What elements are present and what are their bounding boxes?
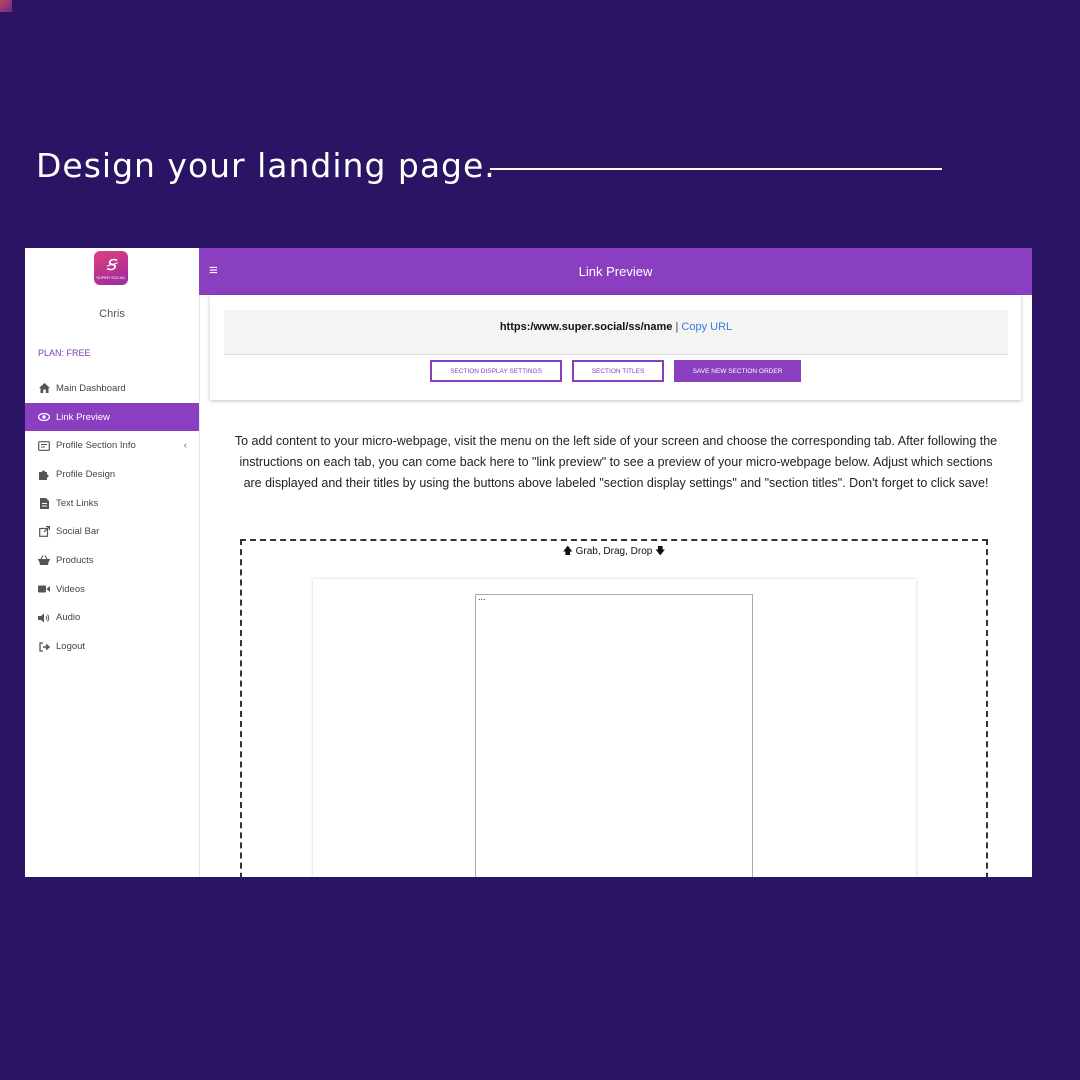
app-screenshot: ꞩ SUPER SOCIAL Chris PLAN: FREE Main Das… [25,248,1032,877]
home-icon [38,382,50,394]
sidebar-item-audio[interactable]: Audio [25,604,199,633]
drop-zone-label: 🡅 Grab, Drag, Drop 🡇 [242,544,986,561]
drop-zone-text: Grab, Drag, Drop [575,546,653,557]
volume-icon [38,612,50,624]
sidebar-item-label: Products [56,554,94,566]
sidebar-item-label: Profile Design [56,468,116,480]
section-titles-button[interactable]: SECTION TITLES [572,360,664,382]
sidebar-item-label: Link Preview [56,411,110,423]
copy-url-link[interactable]: Copy URL [681,321,732,333]
document-icon [38,497,50,509]
sidebar-item-products[interactable]: Products [25,546,199,575]
sidebar-item-videos[interactable]: Videos [25,575,199,604]
micro-webpage-preview[interactable]: ... [475,592,753,877]
id-card-icon [38,440,50,452]
sidebar-item-label: Audio [56,612,81,624]
sidebar-item-label: Text Links [56,497,99,509]
link-card: https:/www.super.social/ss/name | Copy U… [210,295,1021,400]
sign-out-icon [38,641,50,653]
section-button-row: SECTION DISPLAY SETTINGS SECTION TITLES … [210,360,1021,382]
arrow-up-icon: 🡅 [562,546,573,557]
preview-card: ... [313,579,916,877]
sidebar-item-label: Logout [56,641,86,653]
sidebar-item-label: Profile Section Info [56,440,136,452]
video-camera-icon [38,583,50,595]
sidebar-item-social-bar[interactable]: Social Bar [25,517,199,546]
sidebar-item-main-dashboard[interactable]: Main Dashboard [25,374,199,403]
sidebar-item-profile-design[interactable]: Profile Design [25,460,199,489]
sidebar-item-label: Videos [56,583,85,595]
arrow-down-icon: 🡇 [655,546,666,557]
logo-mark: ꞩ [105,251,117,275]
sidebar-nav: Main Dashboard Link Preview Profile Sect… [25,374,199,661]
corner-accent [0,0,12,12]
external-link-icon [38,526,50,538]
profile-url[interactable]: https:/www.super.social/ss/name [500,321,673,333]
section-display-settings-button[interactable]: SECTION DISPLAY SETTINGS [430,360,562,382]
logo-caption: SUPER SOCIAL [96,275,126,280]
sidebar-item-logout[interactable]: Logout [25,632,199,661]
headline-divider [490,168,942,170]
sidebar-item-label: Main Dashboard [56,382,126,394]
sidebar: ꞩ SUPER SOCIAL Chris PLAN: FREE Main Das… [25,248,200,877]
eye-icon [38,411,50,423]
sidebar-item-label: Social Bar [56,526,100,538]
basket-icon [38,554,50,566]
instructions-text: To add content to your micro-webpage, vi… [234,434,998,490]
top-bar: ≡ Link Preview [199,248,1032,295]
user-name: Chris [99,308,125,320]
sidebar-item-text-links[interactable]: Text Links [25,489,199,518]
chevron-left-icon[interactable]: ‹ [184,440,187,451]
plan-label: PLAN: FREE [38,348,91,358]
headline: Design your landing page. [36,146,496,185]
app-logo[interactable]: ꞩ SUPER SOCIAL [94,251,128,285]
save-section-order-button[interactable]: SAVE NEW SECTION ORDER [674,360,801,382]
page-title: Link Preview [578,264,653,279]
sidebar-item-profile-section-info[interactable]: Profile Section Info ‹ [25,431,199,460]
preview-placeholder: ... [478,592,486,602]
sidebar-item-link-preview[interactable]: Link Preview [25,402,199,432]
url-bar: https:/www.super.social/ss/name | Copy U… [224,310,1008,355]
puzzle-icon [38,468,50,480]
